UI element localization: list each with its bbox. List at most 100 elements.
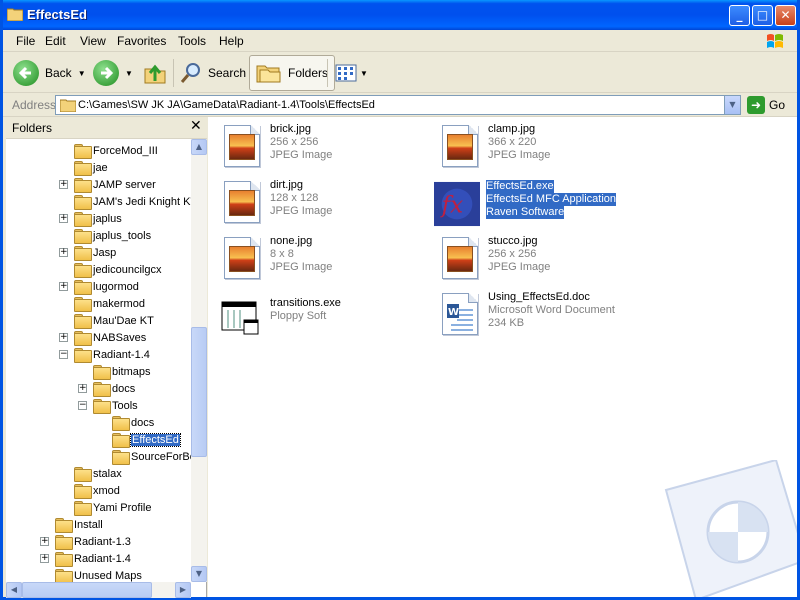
title-bar[interactable]: EffectsEd _ □ ✕ xyxy=(3,0,797,30)
horizontal-scrollbar[interactable]: ◀ ▶ xyxy=(6,582,191,598)
folder-icon xyxy=(74,501,92,516)
scroll-down-icon[interactable]: ▼ xyxy=(191,566,207,582)
tree-item[interactable]: JAM's Jedi Knight KT xyxy=(74,193,191,210)
search-button[interactable]: Search xyxy=(179,55,246,91)
scroll-up-icon[interactable]: ▲ xyxy=(191,139,207,155)
menu-edit[interactable]: Edit xyxy=(45,34,66,48)
tree-item-selected[interactable]: EffectsEd xyxy=(112,431,181,448)
tree-item[interactable]: Radiant-1.4 xyxy=(55,550,131,567)
file-item[interactable]: stucco.jpg 256 x 256 JPEG Image xyxy=(436,233,646,283)
forward-dropdown-icon[interactable]: ▼ xyxy=(125,69,133,78)
jpeg-icon xyxy=(218,177,264,225)
file-item[interactable]: brick.jpg 256 x 256 JPEG Image xyxy=(218,121,428,171)
folder-tree: ForceMod_III jae + JAMP server JAM's Jed… xyxy=(6,139,191,582)
tree-item[interactable]: docs xyxy=(112,414,154,431)
tree-item[interactable]: jae xyxy=(74,159,108,176)
collapse-icon[interactable]: − xyxy=(59,350,68,359)
tree-item[interactable]: japlus_tools xyxy=(74,227,151,244)
folder-icon xyxy=(112,416,130,431)
file-description: EffectsEd MFC Application xyxy=(486,193,617,206)
folder-icon xyxy=(74,263,92,278)
scroll-thumb[interactable] xyxy=(191,327,207,457)
tree-item[interactable]: Jasp xyxy=(74,244,116,261)
back-dropdown-icon[interactable]: ▼ xyxy=(78,69,86,78)
expand-icon[interactable]: + xyxy=(59,248,68,257)
expand-icon[interactable]: + xyxy=(40,554,49,563)
tree-item[interactable]: bitmaps xyxy=(93,363,151,380)
views-button[interactable]: ▼ xyxy=(335,55,368,91)
menu-tools[interactable]: Tools xyxy=(178,34,206,48)
file-name: EffectsEd.exe xyxy=(486,180,554,193)
open-folder-icon xyxy=(112,433,130,448)
tree-item[interactable]: SourceForBe xyxy=(112,448,191,465)
forward-button[interactable]: ▼ xyxy=(93,55,133,91)
maximize-button[interactable]: □ xyxy=(752,5,773,26)
tree-item[interactable]: Mau'Dae KT xyxy=(74,312,154,329)
scroll-right-icon[interactable]: ▶ xyxy=(175,582,191,598)
expand-icon[interactable]: + xyxy=(40,537,49,546)
collapse-icon[interactable]: − xyxy=(78,401,87,410)
tree-item[interactable]: Tools xyxy=(93,397,138,414)
folder-icon xyxy=(55,569,73,582)
minimize-button[interactable]: _ xyxy=(729,5,750,26)
tree-item[interactable]: docs xyxy=(93,380,135,397)
file-dimensions: 256 x 256 xyxy=(488,248,537,260)
vertical-scrollbar[interactable]: ▲ ▼ xyxy=(191,139,207,582)
file-item[interactable]: dirt.jpg 128 x 128 JPEG Image xyxy=(218,177,428,227)
tree-item[interactable]: Radiant-1.3 xyxy=(55,533,131,550)
folder-icon xyxy=(74,331,92,346)
folder-icon xyxy=(55,552,73,567)
address-dropdown-icon[interactable]: ▼ xyxy=(724,96,740,114)
file-type: JPEG Image xyxy=(270,149,333,161)
file-name: Using_EffectsEd.doc xyxy=(488,291,590,303)
expand-icon[interactable]: + xyxy=(59,282,68,291)
tree-item[interactable]: NABSaves xyxy=(74,329,146,346)
scroll-left-icon[interactable]: ◀ xyxy=(6,582,22,598)
jpeg-icon xyxy=(436,121,482,169)
address-path: C:\Games\SW JK JA\GameData\Radiant-1.4\T… xyxy=(78,99,375,111)
go-label: Go xyxy=(769,98,786,112)
up-folder-button[interactable] xyxy=(143,55,167,91)
file-view: brick.jpg 256 x 256 JPEG Image clamp.jpg… xyxy=(208,117,797,597)
menu-favorites[interactable]: Favorites xyxy=(117,34,166,48)
file-item[interactable]: clamp.jpg 366 x 220 JPEG Image xyxy=(436,121,646,171)
hscroll-thumb[interactable] xyxy=(22,582,152,598)
expand-icon[interactable]: + xyxy=(78,384,87,393)
folder-icon xyxy=(55,518,73,533)
address-label: Address xyxy=(12,98,57,112)
tree-item[interactable]: jedicouncilgcx xyxy=(74,261,161,278)
tree-item[interactable]: Install xyxy=(55,516,103,533)
tree-item[interactable]: ForceMod_III xyxy=(74,142,158,159)
forward-arrow-icon xyxy=(93,60,119,86)
menu-file[interactable]: File xyxy=(16,34,35,48)
address-input[interactable]: C:\Games\SW JK JA\GameData\Radiant-1.4\T… xyxy=(55,95,741,115)
close-icon[interactable]: ✕ xyxy=(190,118,202,134)
file-company: Ploppy Soft xyxy=(270,310,327,322)
views-dropdown-icon[interactable]: ▼ xyxy=(360,69,368,78)
tree-item[interactable]: japlus xyxy=(74,210,122,227)
expand-icon[interactable]: + xyxy=(59,333,68,342)
tree-item[interactable]: xmod xyxy=(74,482,120,499)
explorer-window: EffectsEd _ □ ✕ File Edit View Favorites… xyxy=(0,0,800,600)
menu-view[interactable]: View xyxy=(80,34,106,48)
tree-item[interactable]: Unused Maps xyxy=(55,567,142,582)
close-button[interactable]: ✕ xyxy=(775,5,796,26)
file-item-selected[interactable]: fx EffectsEd.exe EffectsEd MFC Applicati… xyxy=(434,180,644,230)
up-folder-icon xyxy=(144,64,166,84)
folders-button[interactable]: Folders xyxy=(249,55,336,91)
file-name: brick.jpg xyxy=(270,123,311,135)
tree-item[interactable]: Yami Profile xyxy=(74,499,151,516)
tree-item[interactable]: Radiant-1.4 xyxy=(74,346,150,363)
tree-item[interactable]: makermod xyxy=(74,295,145,312)
back-button[interactable]: Back ▼ xyxy=(13,55,86,91)
menu-help[interactable]: Help xyxy=(219,34,244,48)
tree-item[interactable]: JAMP server xyxy=(74,176,156,193)
go-button[interactable]: ➜ Go xyxy=(747,96,785,114)
file-item[interactable]: W Using_EffectsEd.doc Microsoft Word Doc… xyxy=(436,289,646,339)
tree-item[interactable]: lugormod xyxy=(74,278,139,295)
file-item[interactable]: transitions.exe Ploppy Soft xyxy=(218,295,428,345)
expand-icon[interactable]: + xyxy=(59,180,68,189)
expand-icon[interactable]: + xyxy=(59,214,68,223)
file-item[interactable]: none.jpg 8 x 8 JPEG Image xyxy=(218,233,428,283)
tree-item[interactable]: stalax xyxy=(74,465,122,482)
